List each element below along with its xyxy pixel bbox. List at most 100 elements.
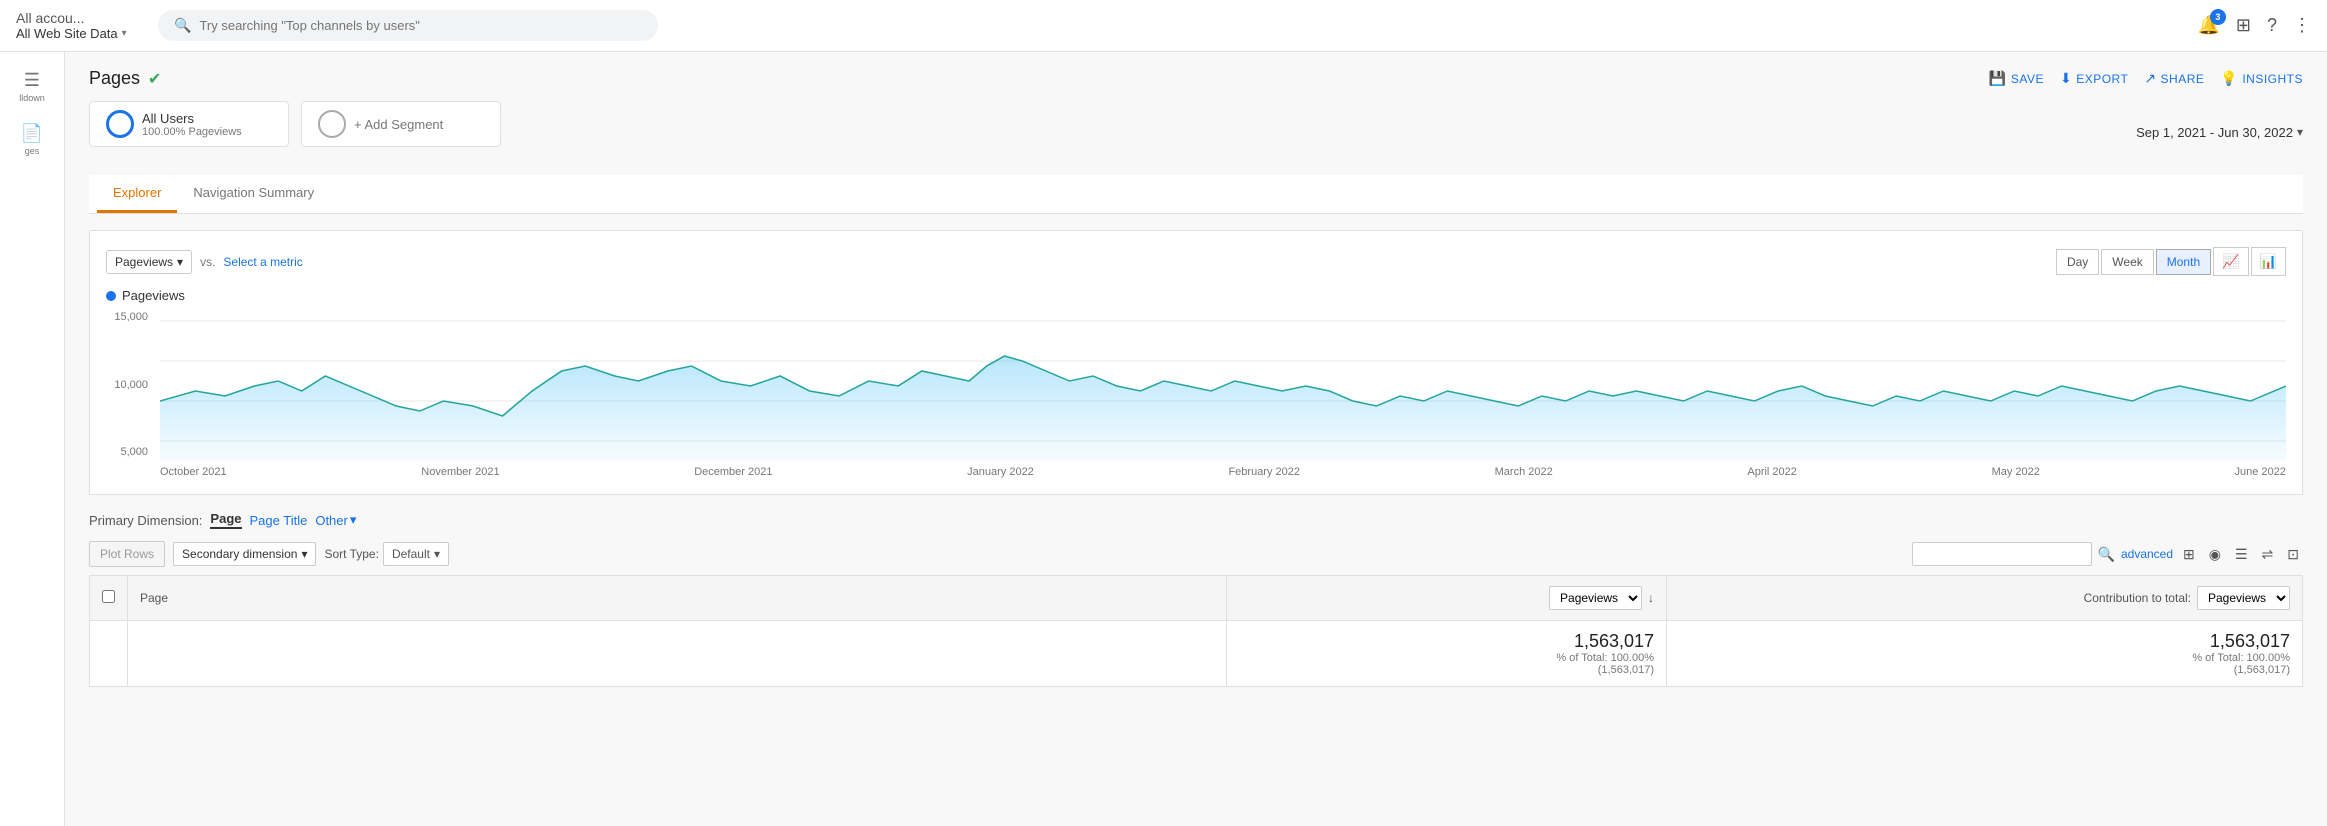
main-content: Pages ✔ 💾 SAVE ⬇ EXPORT ↗ SHARE [65, 52, 2327, 826]
chart-container: Pageviews ▾ vs. Select a metric Day Week… [89, 230, 2303, 495]
insights-label: INSIGHTS [2242, 72, 2303, 86]
export-button[interactable]: ⬇ EXPORT [2060, 70, 2128, 87]
search-icon: 🔍 [174, 17, 191, 34]
vs-label: vs. [200, 255, 215, 269]
table-view-options-icon[interactable]: ⊡ [2283, 544, 2303, 565]
table-view-compare-icon[interactable]: ⇌ [2258, 544, 2278, 565]
notification-button[interactable]: 🔔 3 [2197, 15, 2219, 36]
y-label-10k: 10,000 [106, 379, 148, 391]
secondary-dim-select[interactable]: Secondary dimension ▾ [173, 542, 316, 566]
sort-pageviews-icon[interactable]: ↓ [1648, 591, 1654, 605]
apps-icon[interactable]: ⊞ [2236, 15, 2251, 36]
account-name: All accou... [16, 10, 127, 26]
insights-button[interactable]: 💡 INSIGHTS [2220, 70, 2303, 87]
x-label-feb: February 2022 [1228, 466, 1300, 478]
table-view-grid-icon[interactable]: ⊞ [2179, 544, 2199, 565]
sort-chevron: ▾ [434, 547, 440, 561]
y-label-5k: 5,000 [106, 446, 148, 458]
x-label-oct: October 2021 [160, 466, 227, 478]
date-range-text: Sep 1, 2021 - Jun 30, 2022 [2136, 125, 2293, 140]
sort-type-label: Sort Type: [324, 547, 378, 561]
notification-badge: 3 [2210, 9, 2226, 25]
add-segment-label: + Add Segment [354, 117, 443, 132]
sidebar-item-pages[interactable]: 📄 ges [0, 113, 64, 166]
total-contribution-sub1: % of Total: 100.00% [1679, 652, 2290, 664]
dim-other-label: Other [315, 513, 348, 528]
primary-dim-label: Primary Dimension: [89, 513, 202, 528]
dim-other-link[interactable]: Other ▾ [315, 512, 356, 528]
save-label: SAVE [2011, 72, 2044, 86]
main-layout: ☰ lldown 📄 ges Pages ✔ 💾 SAVE [0, 52, 2327, 826]
legend-label: Pageviews [122, 288, 185, 303]
help-icon[interactable]: ? [2267, 15, 2277, 36]
table-search-icon[interactable]: 🔍 [2098, 546, 2115, 563]
segment-name: All Users [142, 111, 242, 126]
table-view-pie-icon[interactable]: ◉ [2205, 544, 2225, 565]
y-axis: 15,000 10,000 5,000 [106, 311, 154, 458]
secondary-dim-chevron: ▾ [301, 547, 307, 561]
segment-bar: All Users 100.00% Pageviews + Add Segmen… [89, 101, 501, 147]
total-contribution-sub2: (1,563,017) [1679, 664, 2290, 676]
page-title: Pages [89, 68, 140, 89]
table-search-input[interactable] [1912, 542, 2092, 566]
select-all-checkbox[interactable] [102, 590, 115, 603]
plot-rows-button[interactable]: Plot Rows [89, 541, 165, 567]
more-icon[interactable]: ⋮ [2293, 15, 2311, 36]
contribution-metric-select[interactable]: Pageviews [2197, 586, 2290, 610]
time-btn-month[interactable]: Month [2156, 249, 2211, 275]
share-button[interactable]: ↗ SHARE [2144, 70, 2204, 87]
search-input[interactable] [199, 18, 642, 33]
dim-page-link[interactable]: Page [210, 511, 241, 529]
segment-all-users[interactable]: All Users 100.00% Pageviews [89, 101, 289, 147]
global-search-bar[interactable]: 🔍 [158, 10, 658, 41]
date-range[interactable]: Sep 1, 2021 - Jun 30, 2022 ▾ [2136, 125, 2303, 140]
sort-type-area: Sort Type: Default ▾ [324, 542, 449, 566]
date-range-arrow-icon: ▾ [2297, 125, 2303, 139]
x-label-dec: December 2021 [694, 466, 772, 478]
col-header-pageviews: Pageviews ↓ [1227, 576, 1667, 621]
pageviews-metric-select[interactable]: Pageviews [1549, 586, 1642, 610]
total-pageviews-cell: 1,563,017 % of Total: 100.00% (1,563,017… [1227, 621, 1667, 687]
data-table: Page Pageviews ↓ Co [89, 575, 2303, 687]
dim-page-title-link[interactable]: Page Title [250, 513, 308, 528]
page-header: Pages ✔ 💾 SAVE ⬇ EXPORT ↗ SHARE [89, 68, 2303, 89]
table-view-list-icon[interactable]: ☰ [2231, 544, 2252, 565]
account-selector[interactable]: All accou... All Web Site Data ▾ [16, 10, 146, 41]
advanced-link[interactable]: advanced [2121, 547, 2173, 561]
sidebar-label-pages: ges [25, 146, 40, 156]
app-header: All accou... All Web Site Data ▾ 🔍 🔔 3 ⊞… [0, 0, 2327, 52]
bar-chart-icon-btn[interactable]: 📊 [2251, 247, 2286, 276]
col-page-label: Page [140, 591, 168, 605]
tab-explorer[interactable]: Explorer [97, 175, 177, 213]
metric-select[interactable]: Pageviews ▾ [106, 250, 192, 274]
secondary-dim-label: Secondary dimension [182, 547, 297, 561]
table-header-row: Page Pageviews ↓ Co [90, 576, 2303, 621]
line-chart-icon-btn[interactable]: 📈 [2213, 247, 2248, 276]
save-button[interactable]: 💾 SAVE [1989, 70, 2044, 87]
x-label-nov: November 2021 [421, 466, 499, 478]
time-btn-week[interactable]: Week [2101, 249, 2153, 275]
y-label-15k: 15,000 [106, 311, 148, 323]
sort-select[interactable]: Default ▾ [383, 542, 449, 566]
export-icon: ⬇ [2060, 70, 2072, 87]
chart-type-controls: Day Week Month 📈 📊 [2056, 247, 2286, 276]
sidebar-item-breakdown[interactable]: ☰ lldown [0, 60, 64, 113]
total-contribution-value: 1,563,017 [1679, 631, 2290, 652]
insights-icon: 💡 [2220, 70, 2238, 87]
sidebar: ☰ lldown 📄 ges [0, 52, 65, 826]
page-title-area: Pages ✔ [89, 68, 161, 89]
breakdown-icon: ☰ [24, 70, 40, 91]
share-icon: ↗ [2144, 70, 2156, 87]
x-label-jan: January 2022 [967, 466, 1034, 478]
add-segment-button[interactable]: + Add Segment [301, 101, 501, 147]
total-page-cell [128, 621, 1227, 687]
sidebar-label-breakdown: lldown [19, 93, 45, 103]
dim-other-chevron: ▾ [350, 512, 357, 528]
tab-explorer-label: Explorer [113, 185, 161, 200]
tab-navigation-summary[interactable]: Navigation Summary [177, 175, 330, 213]
select-metric-link[interactable]: Select a metric [223, 255, 302, 269]
x-label-apr: April 2022 [1747, 466, 1797, 478]
add-segment-circle [318, 110, 346, 138]
share-label: SHARE [2161, 72, 2205, 86]
time-btn-day[interactable]: Day [2056, 249, 2099, 275]
